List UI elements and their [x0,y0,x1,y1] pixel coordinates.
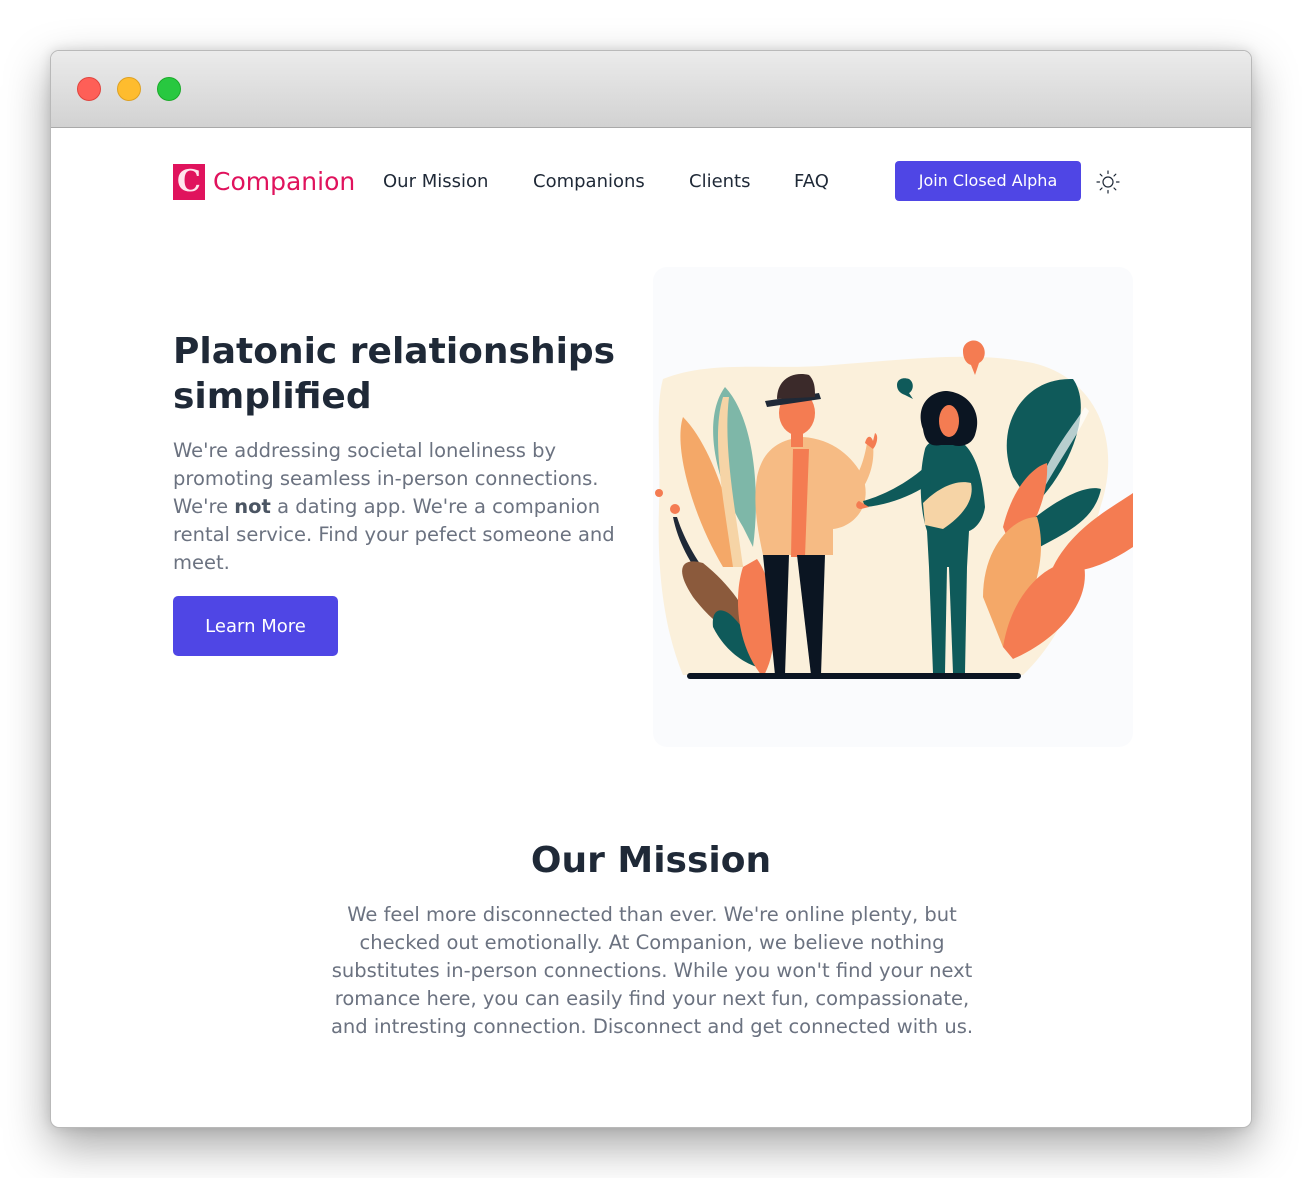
hero-illustration [653,267,1133,747]
join-closed-alpha-button[interactable]: Join Closed Alpha [895,161,1081,201]
nav-link-clients[interactable]: Clients [689,170,751,194]
logo-letter: C [177,164,201,199]
hero-description: We're addressing societal loneliness by … [173,437,643,577]
hero-title: Platonic relationships simplified [173,331,616,417]
brand-name[interactable]: Companion [213,165,355,199]
mission-text: We feel more disconnected than ever. We'… [330,903,974,1038]
close-window-button[interactable] [77,77,101,101]
logo-icon[interactable]: C [173,164,205,200]
learn-more-button[interactable]: Learn More [173,596,338,656]
window-titlebar [51,51,1251,128]
browser-window: C Companion Our Mission Companions Clien… [50,50,1252,1128]
nav-link-faq[interactable]: FAQ [794,170,829,194]
minimize-window-button[interactable] [117,77,141,101]
zoom-window-button[interactable] [157,77,181,101]
hero-description-emphasis: not [234,495,271,518]
nav-link-companions[interactable]: Companions [533,170,645,194]
sun-icon[interactable] [1095,169,1121,195]
top-navigation: C Companion Our Mission Companions Clien… [173,161,1131,203]
nav-link-our-mission[interactable]: Our Mission [383,170,488,194]
mission-heading: Our Mission [530,840,772,881]
